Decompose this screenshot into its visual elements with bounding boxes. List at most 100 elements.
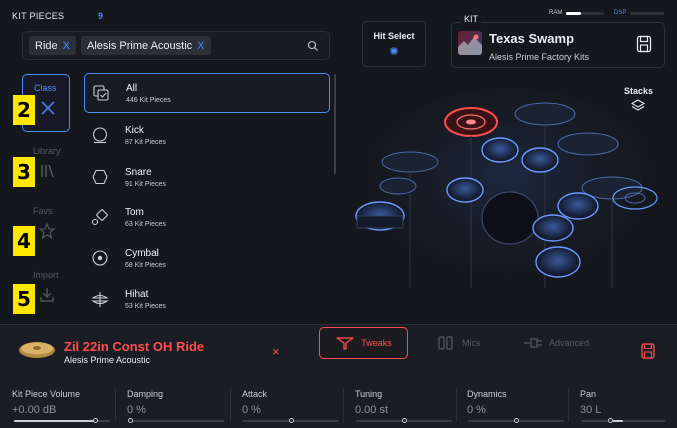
- list-item-name: Kick: [125, 124, 144, 136]
- chip-remove-button[interactable]: X: [197, 40, 204, 52]
- param-tuning: Tuning 0.00 st: [355, 389, 465, 416]
- all-icon: [93, 85, 109, 101]
- chip-label: Ride: [35, 39, 58, 52]
- slider-knob[interactable]: [401, 418, 407, 423]
- list-item-name: Tom: [125, 206, 144, 218]
- slider-knob[interactable]: [288, 418, 294, 423]
- list-item-count: 91 Kit Pieces: [125, 180, 166, 188]
- cymbal-pad: [557, 132, 619, 156]
- volume-slider[interactable]: [14, 418, 110, 423]
- sidebar-tab-label: Import: [33, 270, 59, 280]
- sparkle-icon: ✺: [389, 46, 399, 58]
- tab-label: Mics: [462, 338, 481, 348]
- attack-slider[interactable]: [243, 418, 339, 423]
- param-label: Pan: [580, 389, 597, 399]
- save-piece-icon[interactable]: [641, 343, 655, 359]
- ram-meter-fill: [566, 12, 582, 15]
- cymbal-pad: [514, 102, 576, 126]
- tom-pad: [446, 177, 484, 203]
- param-separator: [230, 388, 231, 422]
- list-item-count: 446 Kit Pieces: [126, 96, 171, 104]
- slider-fill: [14, 420, 96, 422]
- param-label: Dynamics: [467, 389, 507, 399]
- import-icon: [40, 288, 54, 302]
- param-label: Damping: [127, 389, 164, 399]
- kit-name: Texas Swamp: [489, 31, 575, 46]
- chip-label: Alesis Prime Acoustic: [87, 39, 193, 52]
- param-value: 0 %: [127, 404, 146, 416]
- sidebar-tab-label: Class: [34, 83, 57, 93]
- chip-remove-button[interactable]: X: [63, 40, 70, 52]
- param-damping: Damping 0 %: [127, 389, 237, 416]
- dsp-meter: [630, 12, 664, 15]
- library-icon: [41, 164, 54, 178]
- damping-slider[interactable]: [128, 418, 224, 423]
- kick-drum: [481, 191, 539, 245]
- param-kit-piece-volume: Kit Piece Volume +0.00 dB: [12, 389, 122, 416]
- tab-label: Advanced: [549, 338, 590, 348]
- clear-piece-button[interactable]: ×: [272, 344, 280, 359]
- dynamics-slider[interactable]: [468, 418, 564, 423]
- param-separator: [343, 388, 344, 422]
- slider-knob[interactable]: [128, 418, 133, 423]
- list-item-count: 87 Kit Pieces: [125, 138, 166, 146]
- tom-pad: [521, 147, 559, 173]
- kit-section-label: KIT: [461, 14, 482, 24]
- param-value: 30 L: [580, 404, 602, 416]
- slider-knob[interactable]: [513, 418, 519, 423]
- param-label: Kit Piece Volume: [12, 389, 81, 399]
- save-kit-icon[interactable]: [636, 35, 652, 53]
- tab-mics[interactable]: Mics: [436, 327, 496, 359]
- kit-selector[interactable]: Texas Swamp Alesis Prime Factory Kits: [451, 22, 665, 68]
- slider-knob[interactable]: [607, 418, 613, 423]
- mics-icon: [438, 336, 453, 350]
- step-badge-3: 3: [13, 157, 35, 187]
- tab-advanced[interactable]: Advanced: [523, 327, 613, 359]
- step-badge-2: 2: [13, 95, 35, 125]
- kit-pieces-title: KIT PIECES: [12, 11, 65, 21]
- tom-pad: [557, 192, 599, 220]
- list-item-cymbal[interactable]: Cymbal 68 Kit Pieces: [84, 238, 330, 278]
- param-dynamics: Dynamics 0 %: [467, 389, 577, 416]
- sidebar-tab-label: Favs: [33, 206, 53, 216]
- snare-icon: [92, 169, 108, 185]
- cymbal-thumbnail: [19, 342, 55, 358]
- list-item-name: All: [126, 82, 138, 94]
- tab-label: Tweaks: [361, 338, 392, 348]
- step-badge-5: 5: [13, 284, 35, 314]
- ram-meter: [566, 12, 604, 15]
- filter-bar[interactable]: Ride X Alesis Prime Acoustic X: [22, 31, 330, 60]
- tom-pad: [535, 246, 581, 278]
- cymbal-pad: [381, 151, 439, 173]
- list-item-name: Hihat: [125, 288, 149, 300]
- list-item-tom[interactable]: Tom 63 Kit Pieces: [84, 197, 330, 237]
- layers-icon[interactable]: [631, 99, 645, 113]
- close-icon: [41, 101, 55, 115]
- tweaks-icon: [336, 337, 354, 350]
- param-separator: [568, 388, 569, 422]
- param-value: 0 %: [467, 404, 486, 416]
- drum-kit-view[interactable]: [350, 78, 677, 318]
- pan-slider[interactable]: [581, 418, 665, 423]
- step-badge-4: 4: [13, 226, 35, 256]
- list-scrollbar[interactable]: [334, 74, 336, 174]
- hit-select-button[interactable]: Hit Select ✺: [362, 21, 426, 67]
- tom-pad: [481, 137, 519, 163]
- hihat-icon: [91, 292, 109, 307]
- selected-piece-name: Zil 22in Const OH Ride: [64, 339, 205, 354]
- tab-tweaks[interactable]: Tweaks: [319, 327, 408, 359]
- sidebar-tab-label: Library: [33, 146, 61, 156]
- list-item-all[interactable]: All 446 Kit Pieces: [84, 73, 330, 113]
- kit-source: Alesis Prime Factory Kits: [489, 52, 590, 62]
- list-item-kick[interactable]: Kick 87 Kit Pieces: [84, 115, 330, 155]
- kit-thumbnail: [458, 31, 482, 55]
- hihat-pad: [379, 177, 417, 195]
- list-item-name: Cymbal: [125, 247, 159, 259]
- filter-chip-ride[interactable]: Ride X: [29, 36, 76, 55]
- tuning-slider[interactable]: [356, 418, 452, 423]
- param-value: 0.00 st: [355, 404, 389, 416]
- search-icon[interactable]: [307, 40, 319, 52]
- filter-chip-alesis-prime-acoustic[interactable]: Alesis Prime Acoustic X: [81, 36, 211, 55]
- list-item-hihat[interactable]: Hihat 53 Kit Pieces: [84, 279, 330, 319]
- list-item-snare[interactable]: Snare 91 Kit Pieces: [84, 157, 330, 197]
